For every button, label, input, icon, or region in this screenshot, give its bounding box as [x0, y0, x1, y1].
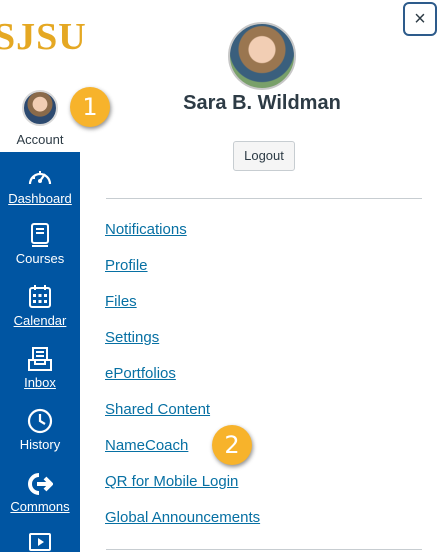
nav-commons-label: Commons: [10, 499, 70, 514]
commons-icon: [28, 473, 53, 495]
divider-bottom: [106, 549, 422, 550]
close-button[interactable]: ×: [403, 2, 437, 36]
nav-history[interactable]: History: [0, 408, 80, 452]
link-notifications[interactable]: Notifications: [105, 221, 187, 238]
link-files[interactable]: Files: [105, 293, 137, 310]
link-profile[interactable]: Profile: [105, 257, 148, 274]
nav-media[interactable]: [0, 532, 80, 552]
divider-top: [106, 198, 422, 199]
nav-calendar-label: Calendar: [13, 313, 67, 328]
nav-dashboard[interactable]: Dashboard: [0, 166, 80, 206]
nav-history-label: History: [19, 437, 61, 452]
link-namecoach[interactable]: NameCoach: [105, 437, 188, 454]
profile-avatar[interactable]: [228, 22, 296, 90]
sjsu-logo[interactable]: SJSU: [0, 18, 87, 56]
callout-badge-2: 2: [212, 425, 252, 465]
logout-button[interactable]: Logout: [233, 141, 295, 171]
callout-badge-1: 1: [70, 87, 110, 127]
link-global-announcements[interactable]: Global Announcements: [105, 509, 260, 526]
account-label: Account: [16, 132, 64, 147]
media-icon: [29, 533, 51, 551]
inbox-icon: [28, 347, 52, 371]
account-links-list: Notifications Profile Files Settings ePo…: [105, 220, 260, 544]
dashboard-icon: [28, 171, 52, 185]
courses-icon: [31, 223, 49, 247]
nav-commons[interactable]: Commons: [0, 472, 80, 514]
calendar-icon: [29, 285, 51, 308]
link-settings[interactable]: Settings: [105, 329, 159, 346]
nav-courses-label: Courses: [15, 251, 65, 266]
nav-courses[interactable]: Courses: [0, 222, 80, 266]
nav-calendar[interactable]: Calendar: [0, 284, 80, 328]
nav-inbox-label: Inbox: [24, 375, 56, 390]
link-eportfolios[interactable]: ePortfolios: [105, 365, 176, 382]
account-avatar: [22, 90, 58, 126]
nav-dashboard-label: Dashboard: [8, 191, 72, 206]
link-qr-mobile-login[interactable]: QR for Mobile Login: [105, 473, 238, 490]
nav-inbox[interactable]: Inbox: [0, 346, 80, 390]
link-shared-content[interactable]: Shared Content: [105, 401, 210, 418]
global-nav-sidebar: Dashboard Courses Calendar Inbox History…: [0, 152, 80, 552]
account-nav-item[interactable]: Account: [0, 82, 80, 152]
history-icon: [27, 408, 53, 434]
user-name: Sara B. Wildman: [183, 92, 341, 114]
